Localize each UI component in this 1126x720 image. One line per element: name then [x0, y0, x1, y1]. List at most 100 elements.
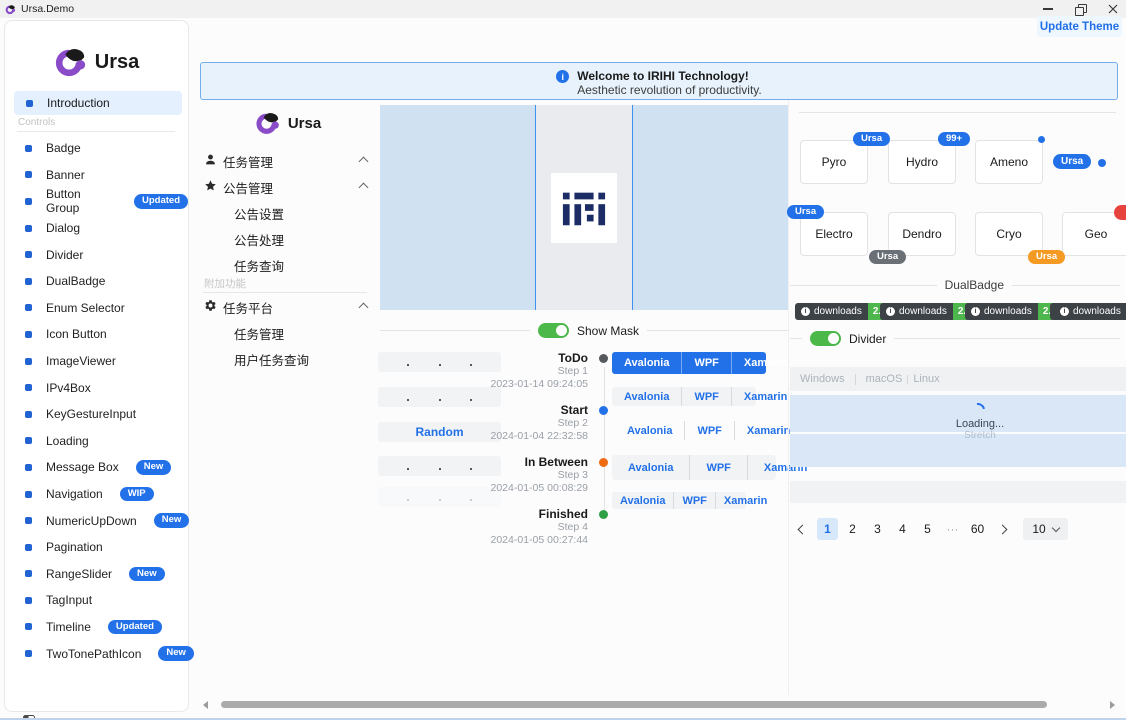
sidebar-item[interactable]: RangeSlider New — [5, 561, 188, 588]
sidebar-item-label: Enum Selector — [46, 301, 125, 315]
sidebar-item[interactable]: TwoTonePathIcon New — [5, 640, 188, 667]
pagination: 1 2 3 4 5 ··· 60 10 — [792, 518, 1068, 540]
button-wpf[interactable]: WPF — [684, 421, 733, 440]
timeline-entry-step: Step 1 — [420, 365, 588, 378]
badge-section-divider — [799, 112, 1116, 113]
bullet-icon — [25, 304, 32, 311]
button-avalonia[interactable]: Avalonia — [615, 421, 684, 440]
bullet-icon — [25, 491, 32, 498]
menu-item-task-query[interactable]: 任务查询 — [234, 256, 284, 275]
sidebar-item[interactable]: Message Box New — [5, 454, 188, 481]
badge-ursa-pill: Ursa — [787, 205, 824, 219]
horizontal-scrollbar-thumb[interactable] — [221, 701, 1047, 708]
sidebar-item[interactable]: Icon Button — [5, 321, 188, 348]
badge-card-pyro: Pyro — [800, 140, 868, 184]
button-avalonia[interactable]: Avalonia — [612, 352, 681, 374]
pagination-page-5[interactable]: 5 — [917, 518, 938, 540]
sidebar-item-badge: New — [154, 513, 190, 527]
minimize-icon[interactable] — [1043, 8, 1053, 9]
chevron-up-icon[interactable] — [359, 183, 369, 193]
timeline-entry: Start Step 2 2024-01-04 22:32:58 — [420, 403, 608, 455]
badge-red-pill-cut — [1114, 205, 1126, 220]
menu-item-announcement-process[interactable]: 公告处理 — [234, 230, 284, 249]
sidebar-item-label: Dialog — [46, 221, 80, 235]
sidebar-item[interactable]: KeyGestureInput — [5, 401, 188, 428]
close-icon[interactable] — [1108, 4, 1118, 14]
sidebar-item[interactable]: Navigation WIP — [5, 481, 188, 508]
button-avalonia[interactable]: Avalonia — [612, 455, 689, 480]
divider-line — [790, 285, 937, 286]
sidebar-item[interactable]: Dialog — [5, 215, 188, 242]
banner-title: Welcome to IRIHI Technology! — [577, 69, 762, 83]
dualbadge-label: downloads — [899, 306, 947, 317]
bullet-icon — [25, 171, 32, 178]
chevron-up-icon[interactable] — [359, 303, 369, 313]
divider-toggle[interactable] — [810, 331, 841, 346]
sidebar-item[interactable]: IPv4Box — [5, 374, 188, 401]
sidebar-item-badge: New — [129, 567, 165, 581]
button-wpf[interactable]: WPF — [681, 387, 730, 406]
bullet-icon — [26, 100, 33, 107]
sidebar-item[interactable]: DualBadge — [5, 268, 188, 295]
button-avalonia[interactable]: Avalonia — [612, 492, 673, 509]
sidebar-item[interactable]: Badge — [5, 135, 188, 162]
scrollbar-left-arrow-icon[interactable] — [203, 701, 208, 709]
sidebar-item[interactable]: Loading — [5, 428, 188, 455]
menu-item-announcement-settings[interactable]: 公告设置 — [234, 204, 284, 223]
pagination-page-4[interactable]: 4 — [892, 518, 913, 540]
menu-item-task-management-sub[interactable]: 任务管理 — [234, 324, 284, 343]
button-wpf[interactable]: WPF — [673, 492, 714, 509]
menu-item-announcement-management[interactable]: 公告管理 — [223, 178, 273, 197]
badge-card-label: Cryo — [996, 227, 1021, 241]
badge-card-label: Pyro — [822, 155, 847, 169]
menu-item-label: 任务管理 — [223, 152, 273, 171]
bullet-icon — [25, 650, 32, 657]
chevron-up-icon[interactable] — [359, 157, 369, 167]
scrollbar-right-arrow-icon[interactable] — [1110, 701, 1115, 709]
pagination-page-1[interactable]: 1 — [817, 518, 838, 540]
bullet-icon — [25, 544, 32, 551]
sidebar-item[interactable]: Divider — [5, 241, 188, 268]
button-avalonia[interactable]: Avalonia — [612, 387, 681, 406]
button-xamarin[interactable]: Xamarin — [715, 492, 775, 509]
pagination-prev-button[interactable] — [792, 518, 813, 540]
button-group-borderless: Avalonia WPF Xamarin — [615, 421, 761, 440]
sidebar-item[interactable]: Pagination — [5, 534, 188, 561]
button-wpf[interactable]: WPF — [689, 455, 746, 480]
sidebar-item[interactable]: TagInput — [5, 587, 188, 614]
sidebar-item[interactable]: Enum Selector — [5, 295, 188, 322]
sidebar-item[interactable]: ImageViewer — [5, 348, 188, 375]
menu-item-task-management[interactable]: 任务管理 — [223, 152, 273, 171]
update-theme-button[interactable]: Update Theme — [1037, 16, 1122, 37]
chevron-right-icon — [998, 524, 1008, 534]
sidebar-item[interactable]: Timeline Updated — [5, 614, 188, 641]
pagination-page-2[interactable]: 2 — [842, 518, 863, 540]
badge-card-label: Geo — [1085, 227, 1108, 241]
bullet-icon — [25, 278, 32, 285]
image-viewer[interactable] — [380, 105, 788, 310]
pagination-next-button[interactable] — [992, 518, 1013, 540]
timeline-entry: ToDo Step 1 2023-01-14 09:24:05 — [420, 351, 608, 403]
sidebar-section-label: Controls — [18, 117, 55, 128]
menu-item-user-task-query[interactable]: 用户任务查询 — [234, 350, 309, 369]
button-wpf[interactable]: WPF — [681, 352, 730, 374]
viewer-crop-region[interactable] — [535, 105, 633, 310]
sidebar-item[interactable]: Banner — [5, 162, 188, 189]
pagination-page-60[interactable]: 60 — [967, 518, 988, 540]
show-mask-toggle[interactable] — [538, 323, 569, 338]
timeline-entry: Finished Step 4 2024-01-05 00:27:44 — [420, 507, 608, 559]
menu-item-task-platform[interactable]: 任务平台 — [223, 298, 273, 317]
sidebar-item[interactable]: NumericUpDown New — [5, 507, 188, 534]
pagination-ellipsis[interactable]: ··· — [942, 518, 963, 540]
timeline-entry: In Between Step 3 2024-01-05 00:08:29 — [420, 455, 608, 507]
sidebar-item-introduction[interactable]: Introduction — [14, 91, 182, 115]
pagination-page-3[interactable]: 3 — [867, 518, 888, 540]
restore-icon[interactable] — [1075, 4, 1086, 15]
sidebar-item-badge: New — [158, 646, 194, 660]
page-size-select[interactable]: 10 — [1023, 518, 1068, 540]
sidebar-item-label: KeyGestureInput — [46, 407, 136, 421]
bullet-icon — [25, 384, 32, 391]
show-mask-label: Show Mask — [577, 324, 639, 338]
sidebar-item[interactable]: Button Group Updated — [5, 188, 188, 215]
sidebar-item-label: Navigation — [46, 487, 103, 501]
